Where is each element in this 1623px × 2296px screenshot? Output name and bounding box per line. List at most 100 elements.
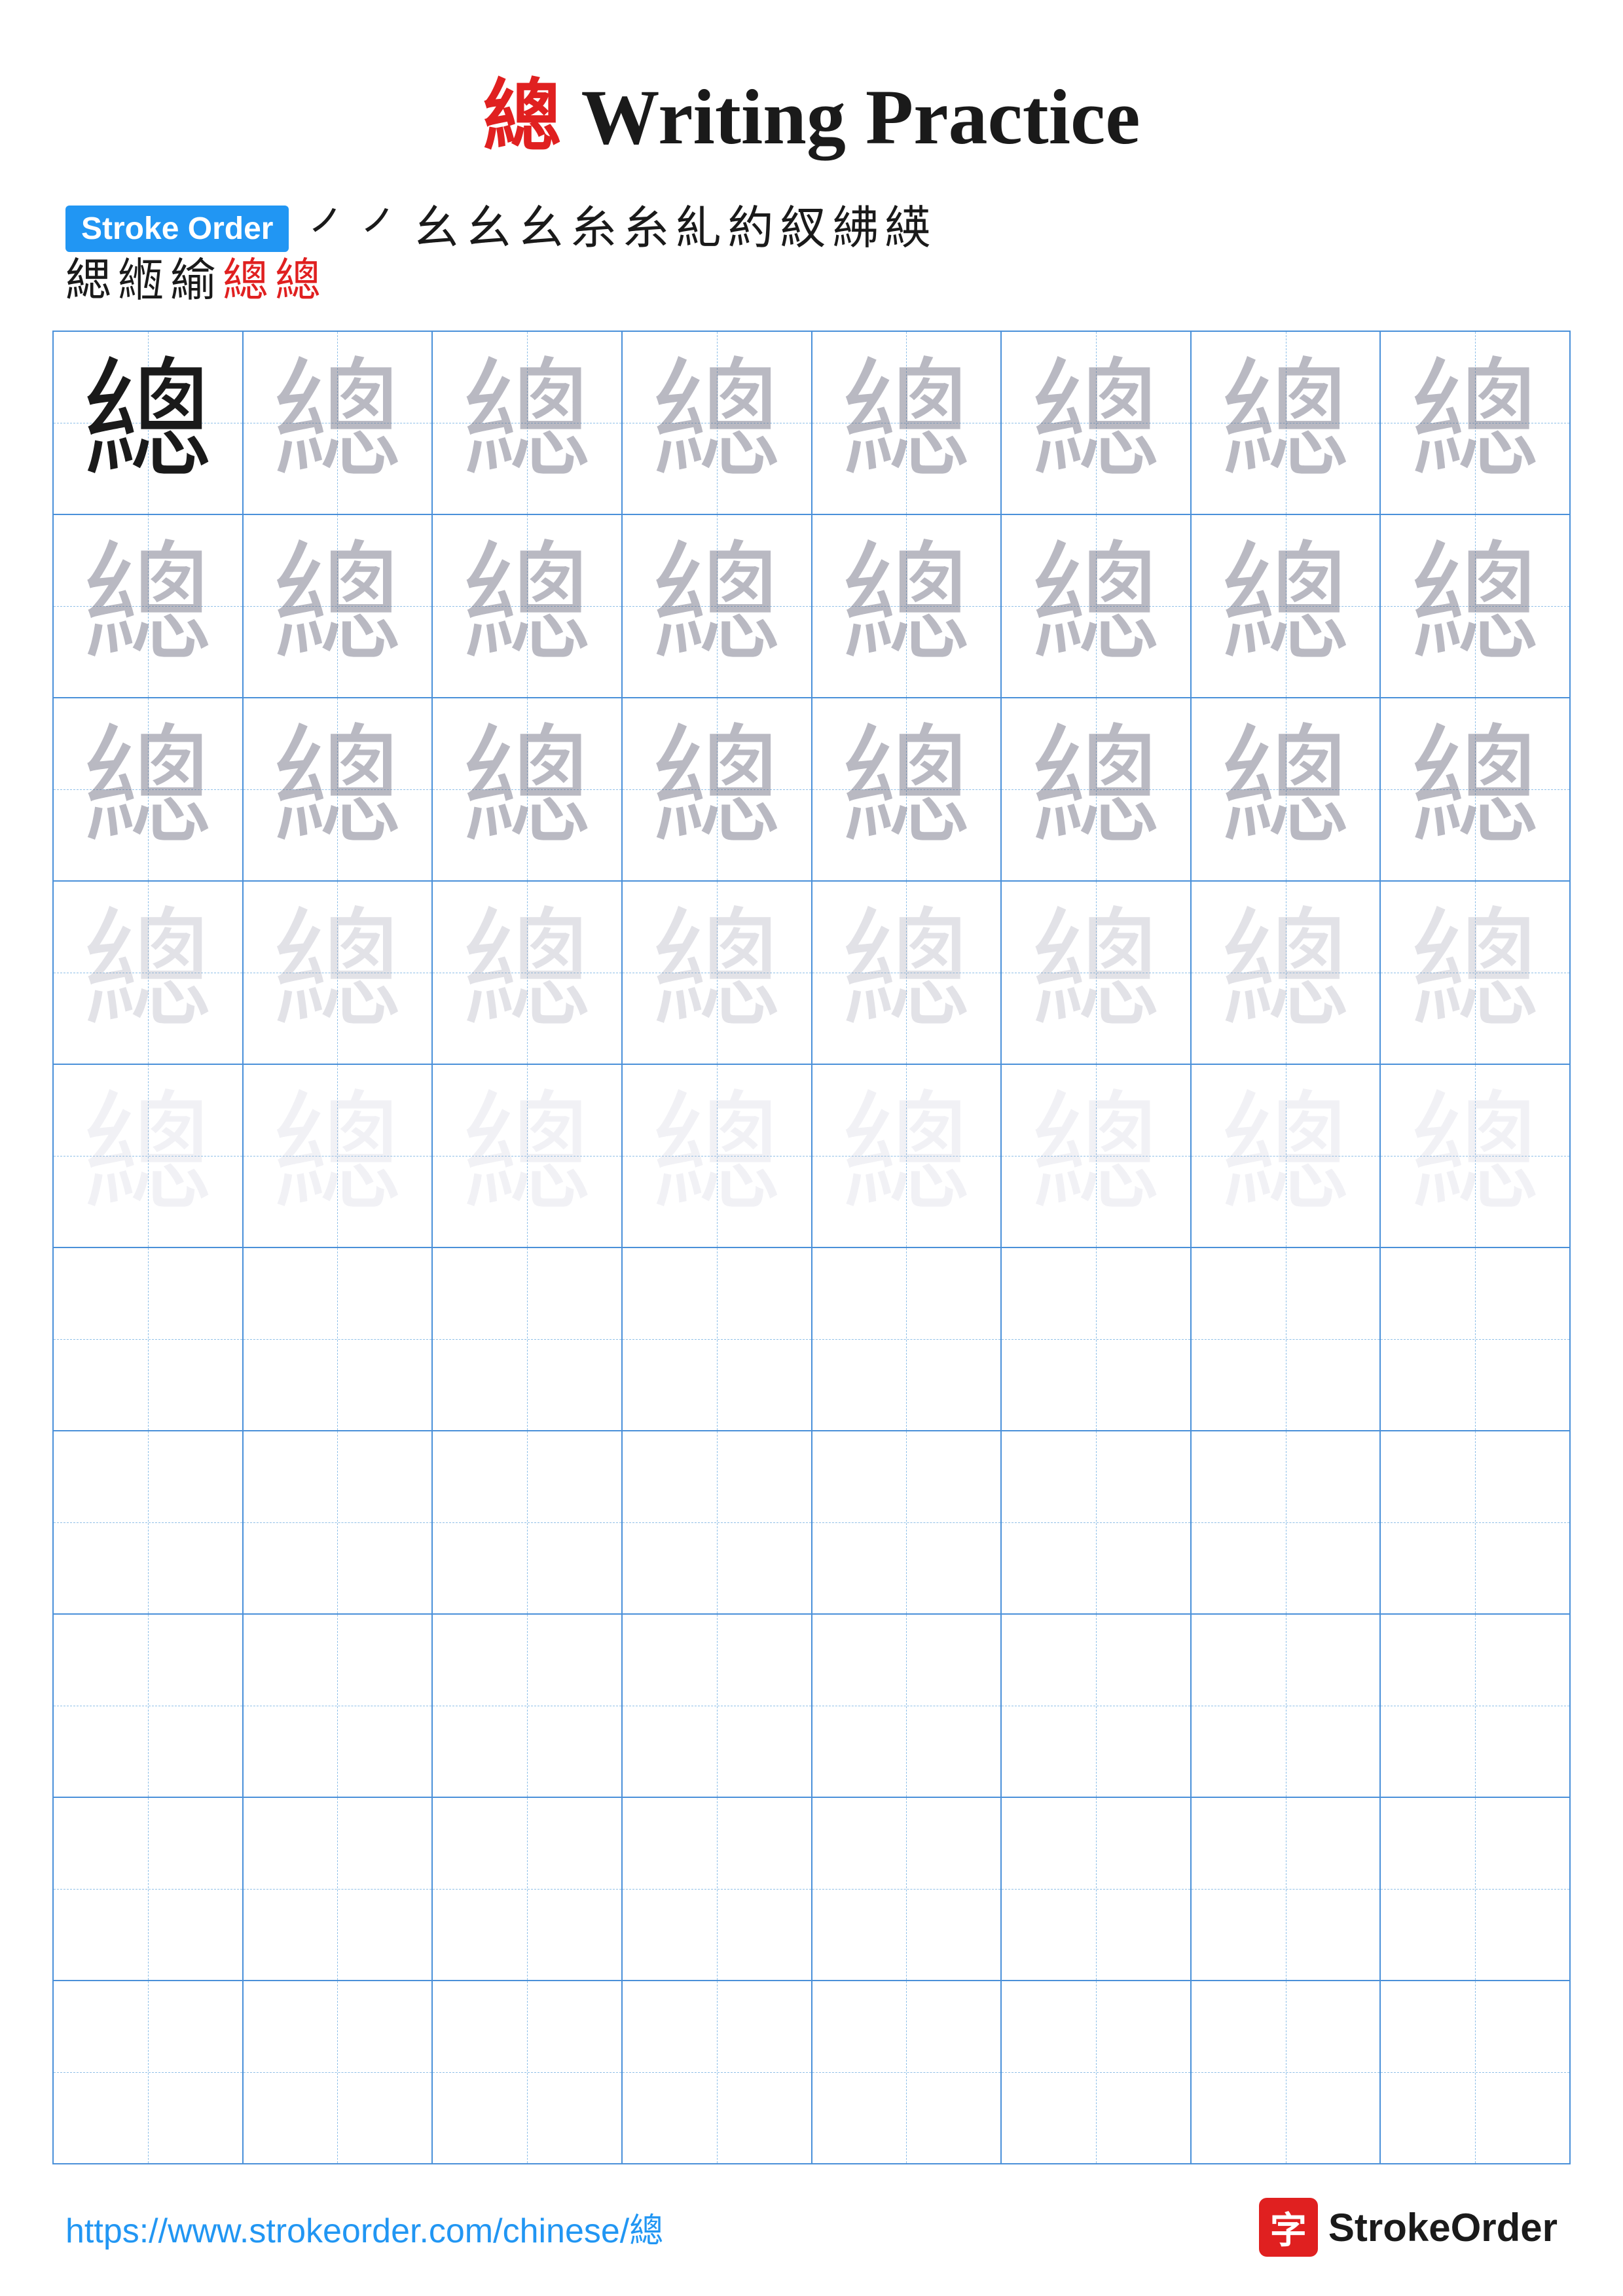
grid-cell[interactable] — [1001, 1247, 1191, 1431]
grid-cell[interactable] — [243, 1981, 433, 2164]
stroke-char-7: 糸 — [623, 206, 668, 252]
grid-cell[interactable]: 總 — [53, 698, 243, 881]
grid-cell[interactable] — [53, 1247, 243, 1431]
grid-cell[interactable] — [1001, 1614, 1191, 1797]
footer: https://www.strokeorder.com/chinese/總 字 … — [65, 2198, 1558, 2257]
grid-cell[interactable]: 總 — [812, 331, 1002, 514]
grid-row-3: 總 總 總 總 總 總 總 總 — [53, 698, 1570, 881]
grid-cell[interactable] — [53, 1431, 243, 1614]
grid-cell[interactable] — [1001, 1797, 1191, 1981]
grid-row-9 — [53, 1797, 1570, 1981]
page-title: 總 Writing Practice — [483, 73, 1140, 160]
grid-cell[interactable]: 總 — [432, 514, 622, 698]
grid-cell[interactable]: 總 — [1191, 881, 1381, 1064]
stroke-char-9: 約 — [727, 206, 773, 252]
grid-cell[interactable] — [243, 1614, 433, 1797]
grid-cell[interactable] — [622, 1981, 812, 2164]
grid-cell[interactable] — [432, 1981, 622, 2164]
grid-cell[interactable]: 總 — [432, 331, 622, 514]
grid-cell[interactable] — [1191, 1614, 1381, 1797]
grid-cell[interactable]: 總 — [1001, 331, 1191, 514]
grid-cell[interactable] — [812, 1797, 1002, 1981]
grid-cell[interactable]: 總 — [243, 698, 433, 881]
grid-cell[interactable]: 總 — [53, 514, 243, 698]
grid-cell[interactable]: 總 — [812, 1064, 1002, 1247]
grid-cell[interactable] — [243, 1431, 433, 1614]
stroke-char-15: 緰 — [170, 259, 216, 304]
footer-url[interactable]: https://www.strokeorder.com/chinese/總 — [65, 2203, 663, 2252]
grid-cell[interactable]: 總 — [1380, 698, 1570, 881]
grid-cell[interactable] — [53, 1797, 243, 1981]
grid-cell[interactable] — [622, 1797, 812, 1981]
grid-cell[interactable] — [622, 1431, 812, 1614]
grid-cell[interactable]: 總 — [53, 331, 243, 514]
grid-cell[interactable]: 總 — [53, 881, 243, 1064]
stroke-char-4: 幺 — [465, 206, 511, 252]
grid-cell[interactable]: 總 — [1001, 1064, 1191, 1247]
grid-row-5: 總 總 總 總 總 總 總 總 — [53, 1064, 1570, 1247]
grid-cell[interactable] — [53, 1614, 243, 1797]
grid-cell[interactable]: 總 — [812, 881, 1002, 1064]
grid-cell[interactable] — [812, 1247, 1002, 1431]
stroke-order-row: Stroke Order ㇒ ㇒ 幺 幺 幺 糸 糸 糺 約 紁 紼 緓 — [65, 206, 1558, 252]
grid-cell[interactable]: 總 — [812, 698, 1002, 881]
grid-cell[interactable]: 總 — [243, 331, 433, 514]
grid-cell[interactable]: 總 — [243, 881, 433, 1064]
grid-cell[interactable]: 總 — [1001, 514, 1191, 698]
logo-icon: 字 — [1259, 2198, 1318, 2257]
grid-cell[interactable]: 總 — [622, 514, 812, 698]
grid-cell[interactable]: 總 — [1001, 881, 1191, 1064]
grid-cell[interactable]: 總 — [622, 698, 812, 881]
grid-cell[interactable] — [1380, 1797, 1570, 1981]
grid-cell[interactable]: 總 — [1191, 331, 1381, 514]
title-chinese-char: 總 — [483, 73, 561, 160]
grid-cell[interactable]: 總 — [1380, 514, 1570, 698]
grid-cell[interactable]: 總 — [622, 881, 812, 1064]
grid-cell[interactable]: 總 — [243, 514, 433, 698]
grid-cell[interactable]: 總 — [1191, 514, 1381, 698]
grid-cell[interactable] — [53, 1981, 243, 2164]
grid-cell[interactable] — [1001, 1981, 1191, 2164]
grid-row-10 — [53, 1981, 1570, 2164]
grid-cell[interactable]: 總 — [432, 881, 622, 1064]
grid-cell[interactable] — [432, 1614, 622, 1797]
grid-cell[interactable]: 總 — [1380, 1064, 1570, 1247]
grid-cell[interactable]: 總 — [812, 514, 1002, 698]
grid-cell[interactable]: 總 — [432, 1064, 622, 1247]
grid-cell[interactable]: 總 — [622, 331, 812, 514]
grid-cell[interactable] — [1380, 1431, 1570, 1614]
stroke-char-3: 幺 — [413, 206, 459, 252]
stroke-char-8: 糺 — [675, 206, 721, 252]
grid-cell[interactable] — [1191, 1981, 1381, 2164]
grid-cell[interactable] — [1380, 1614, 1570, 1797]
grid-cell[interactable] — [622, 1614, 812, 1797]
grid-cell[interactable] — [432, 1247, 622, 1431]
grid-cell[interactable]: 總 — [243, 1064, 433, 1247]
grid-cell[interactable]: 總 — [432, 698, 622, 881]
stroke-order-row2: 緦 緪 緰 總 總 — [65, 259, 1558, 304]
grid-cell[interactable] — [622, 1247, 812, 1431]
grid-cell[interactable] — [812, 1431, 1002, 1614]
grid-cell[interactable] — [1380, 1981, 1570, 2164]
grid-cell[interactable] — [432, 1431, 622, 1614]
grid-cell[interactable]: 總 — [1001, 698, 1191, 881]
stroke-char-5: 幺 — [518, 206, 564, 252]
grid-cell[interactable] — [243, 1247, 433, 1431]
grid-cell[interactable] — [1191, 1431, 1381, 1614]
grid-cell[interactable] — [1191, 1247, 1381, 1431]
grid-cell[interactable] — [1380, 1247, 1570, 1431]
stroke-order-area: Stroke Order ㇒ ㇒ 幺 幺 幺 糸 糸 糺 約 紁 紼 緓 緦 緪… — [0, 206, 1623, 304]
grid-cell[interactable] — [812, 1981, 1002, 2164]
grid-cell[interactable]: 總 — [1380, 331, 1570, 514]
grid-cell[interactable] — [1191, 1797, 1381, 1981]
grid-cell[interactable]: 總 — [1380, 881, 1570, 1064]
grid-cell[interactable] — [243, 1797, 433, 1981]
grid-cell[interactable]: 總 — [1191, 1064, 1381, 1247]
stroke-char-11: 紼 — [832, 206, 878, 252]
grid-cell[interactable] — [812, 1614, 1002, 1797]
grid-cell[interactable]: 總 — [622, 1064, 812, 1247]
grid-cell[interactable]: 總 — [1191, 698, 1381, 881]
grid-cell[interactable] — [1001, 1431, 1191, 1614]
grid-cell[interactable]: 總 — [53, 1064, 243, 1247]
grid-cell[interactable] — [432, 1797, 622, 1981]
